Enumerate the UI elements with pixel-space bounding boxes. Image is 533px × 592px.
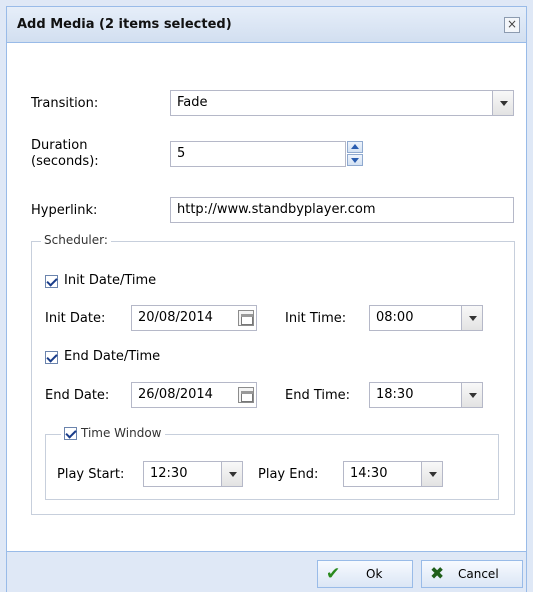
init-time-value: 08:00 <box>376 310 414 325</box>
dialog-titlebar[interactable]: Add Media (2 items selected) × <box>6 6 527 42</box>
play-end-value: 14:30 <box>350 466 388 481</box>
duration-label-line1: Duration <box>31 138 88 153</box>
play-start-label: Play Start: <box>57 467 125 482</box>
calendar-icon[interactable] <box>238 310 254 326</box>
chevron-down-icon[interactable] <box>492 90 514 116</box>
check-icon: ✔ <box>326 564 341 584</box>
x-icon: ✖ <box>430 564 445 584</box>
chevron-down-icon[interactable] <box>221 461 243 487</box>
duration-input[interactable]: 5 <box>170 141 346 167</box>
end-date-value: 26/08/2014 <box>138 387 213 402</box>
init-time-select[interactable]: 08:00 <box>369 305 483 331</box>
transition-label: Transition: <box>31 96 99 111</box>
end-time-label: End Time: <box>285 388 351 403</box>
end-datetime-label: End Date/Time <box>64 349 161 364</box>
init-date-input[interactable]: 20/08/2014 <box>131 305 257 331</box>
init-time-label: Init Time: <box>285 311 347 326</box>
dialog-footer: ✔ Ok ✖ Cancel <box>6 552 527 592</box>
hyperlink-input[interactable]: http://www.standbyplayer.com <box>170 197 514 223</box>
end-time-value: 18:30 <box>376 387 414 402</box>
transition-select[interactable]: Fade <box>170 90 514 116</box>
transition-value: Fade <box>177 95 208 110</box>
init-date-label: Init Date: <box>45 311 106 326</box>
end-date-label: End Date: <box>45 388 110 403</box>
ok-button[interactable]: ✔ Ok <box>317 560 413 588</box>
end-datetime-checkbox[interactable] <box>45 351 58 364</box>
init-datetime-label: Init Date/Time <box>64 273 157 288</box>
spin-down-icon[interactable] <box>347 154 363 166</box>
dialog-body: Transition: Fade Duration (seconds): 5 H… <box>6 42 527 552</box>
play-end-label: Play End: <box>258 467 319 482</box>
spin-up-icon[interactable] <box>347 141 363 153</box>
ok-button-label: Ok <box>366 567 383 581</box>
scheduler-legend: Scheduler: <box>41 233 111 247</box>
hyperlink-value: http://www.standbyplayer.com <box>177 202 376 217</box>
chevron-down-icon[interactable] <box>421 461 443 487</box>
dialog-title: Add Media (2 items selected) <box>17 17 232 32</box>
play-end-select[interactable]: 14:30 <box>343 461 443 487</box>
hyperlink-label: Hyperlink: <box>31 203 98 218</box>
cancel-button-label: Cancel <box>458 567 499 581</box>
time-window-label: Time Window <box>81 426 162 440</box>
add-media-dialog: Add Media (2 items selected) × Transitio… <box>0 0 533 592</box>
chevron-down-icon[interactable] <box>461 305 483 331</box>
play-start-select[interactable]: 12:30 <box>143 461 243 487</box>
calendar-icon[interactable] <box>238 387 254 403</box>
play-start-value: 12:30 <box>150 466 188 481</box>
cancel-button[interactable]: ✖ Cancel <box>421 560 523 588</box>
end-time-select[interactable]: 18:30 <box>369 382 483 408</box>
init-date-value: 20/08/2014 <box>138 310 213 325</box>
end-date-input[interactable]: 26/08/2014 <box>131 382 257 408</box>
init-datetime-checkbox[interactable] <box>45 275 58 288</box>
close-icon[interactable]: × <box>504 17 520 33</box>
duration-spinner[interactable] <box>347 141 363 167</box>
chevron-down-icon[interactable] <box>461 382 483 408</box>
time-window-legend-wrap: Time Window <box>61 426 165 440</box>
time-window-checkbox[interactable] <box>64 427 77 440</box>
duration-label-line2: (seconds): <box>31 154 99 169</box>
duration-value: 5 <box>177 146 186 161</box>
